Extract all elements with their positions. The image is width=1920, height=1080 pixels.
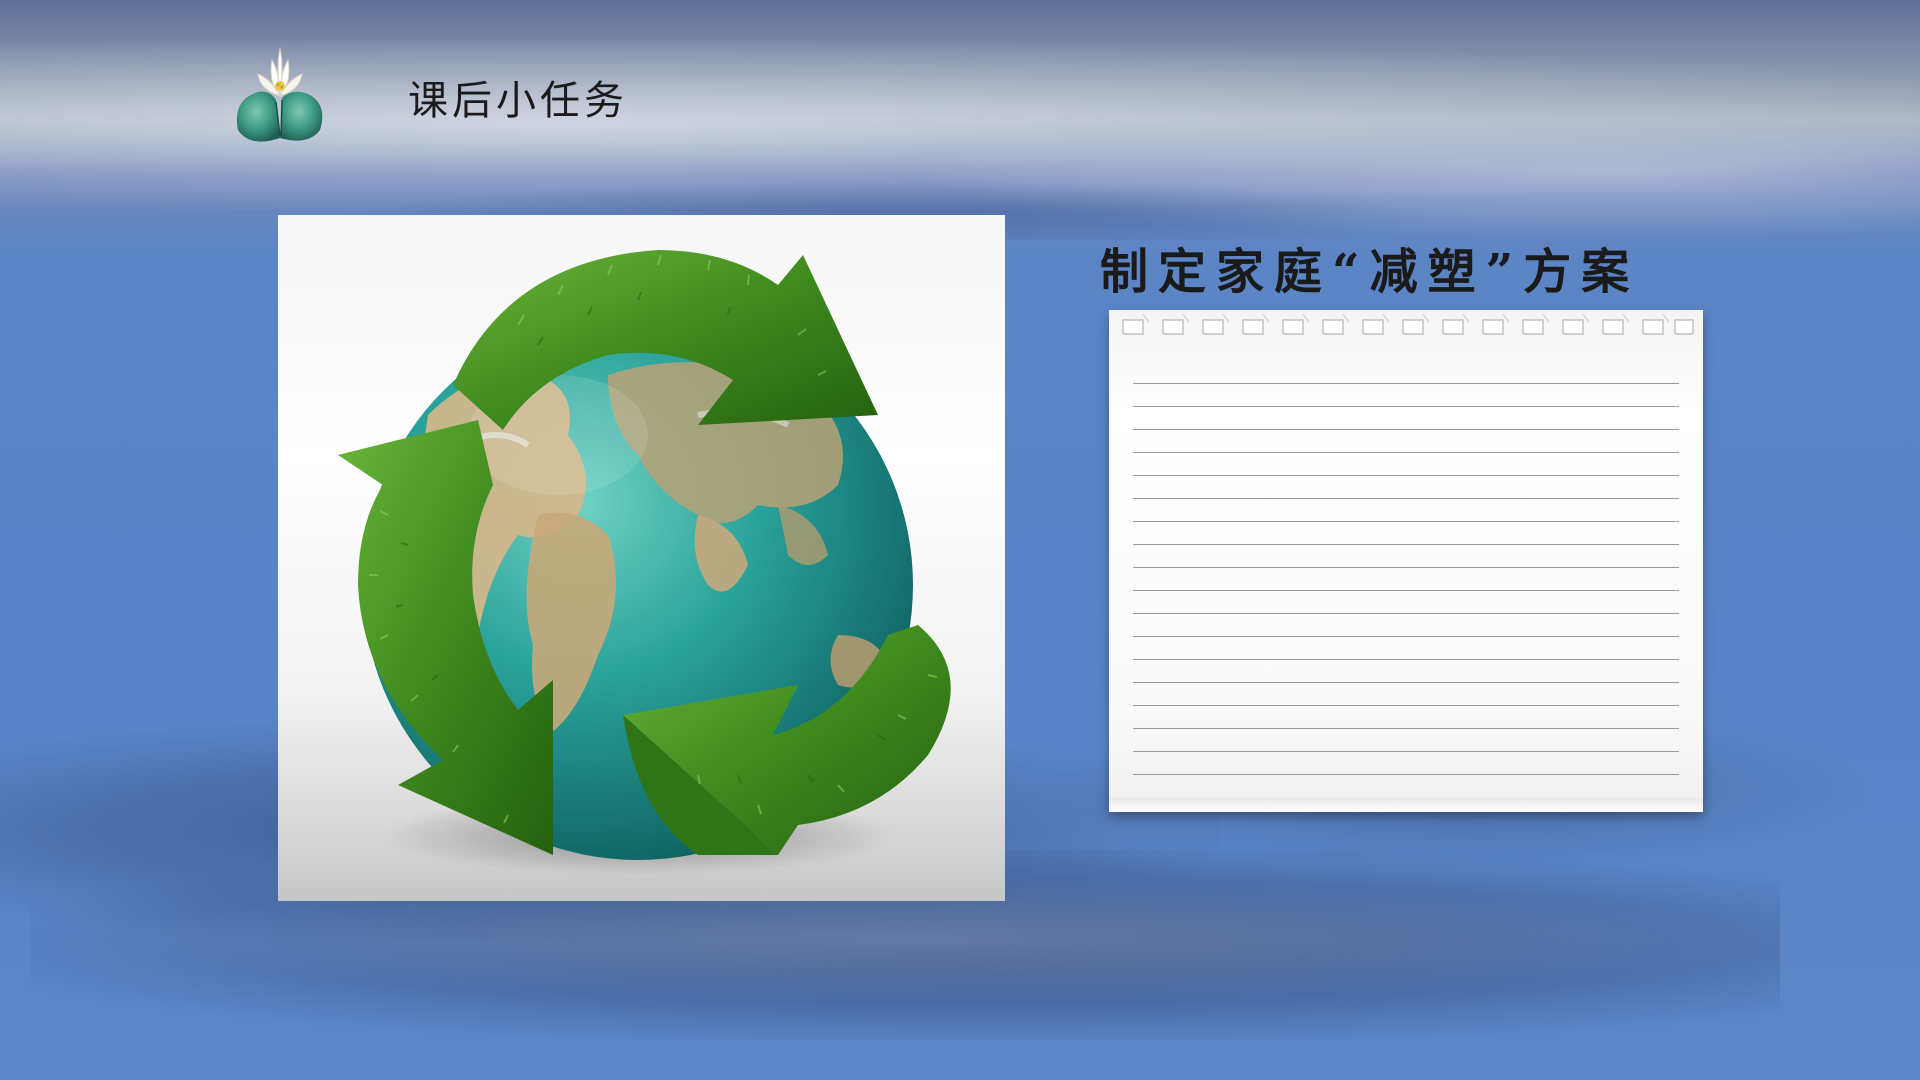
page-title: 课后小任务 bbox=[408, 78, 628, 124]
plan-title: 制定家庭“减塑”方案 bbox=[1100, 244, 1640, 300]
slide: 课后小任务 制定家庭“减塑”方案 bbox=[0, 0, 1920, 1080]
notepad-ruled-lines bbox=[1133, 362, 1679, 780]
lotus-icon bbox=[230, 30, 330, 150]
notepad-binding-holes bbox=[1122, 313, 1694, 335]
lined-notepad bbox=[1109, 310, 1703, 812]
notepad-bottom-edge bbox=[1109, 798, 1703, 812]
recycling-globe-image bbox=[278, 215, 1005, 901]
mist-top-right bbox=[900, 100, 1920, 240]
